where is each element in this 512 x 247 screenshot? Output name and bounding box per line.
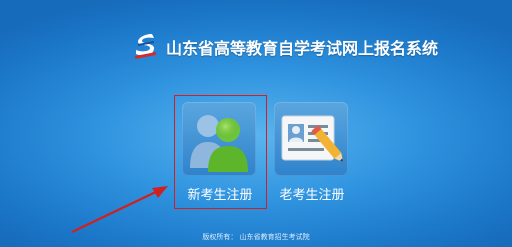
site-title: 山东省高等教育自学考试网上报名系统 <box>166 39 439 58</box>
returning-candidate-register-button[interactable]: 老考生注册 <box>272 100 352 204</box>
returning-candidate-label: 老考生注册 <box>279 188 345 203</box>
highlight-annotation-box <box>174 95 267 209</box>
header: 山东省高等教育自学考试网上报名系统 <box>0 28 512 64</box>
province-logo-icon <box>135 34 156 59</box>
id-card-pencil-icon <box>274 102 348 176</box>
footer-copyright: 版权所有： 山东省教育招生考试院 <box>202 233 310 241</box>
